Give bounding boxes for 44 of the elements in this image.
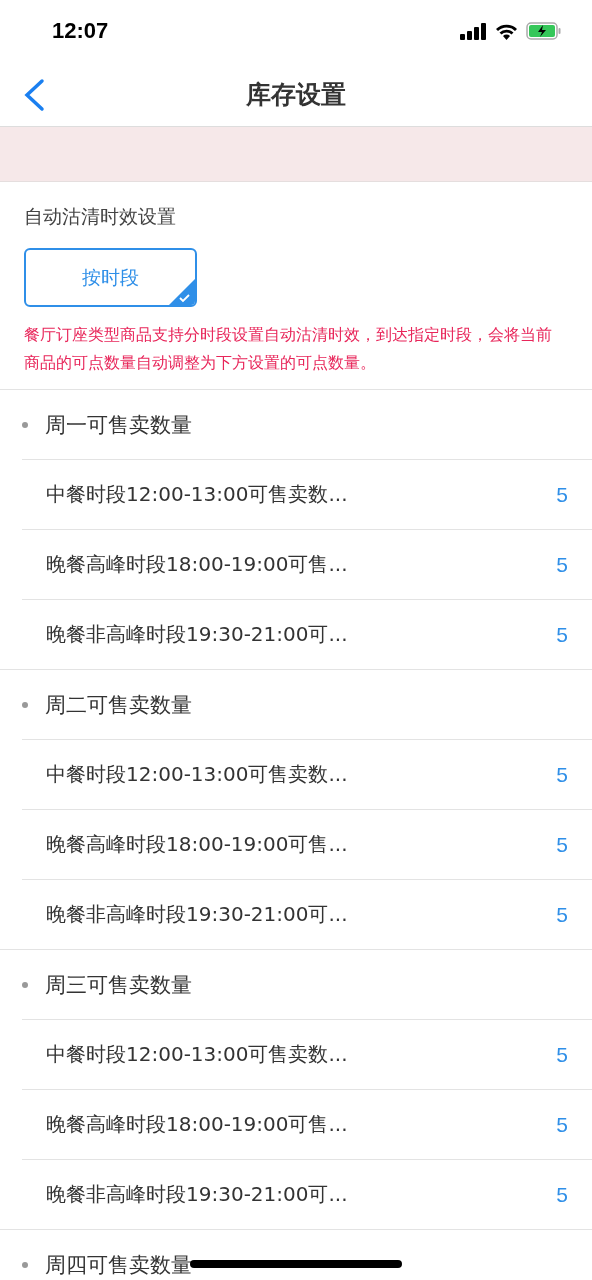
section-title: 自动沽清时效设置 bbox=[24, 204, 176, 229]
quantity-value: 5 bbox=[556, 832, 568, 857]
row-label: 中餐时段12:00-13:00可售卖数... bbox=[46, 1041, 349, 1068]
quantity-value: 5 bbox=[556, 1182, 568, 1207]
day-heading: 周一可售卖数量 bbox=[45, 411, 192, 439]
wifi-icon bbox=[495, 22, 518, 40]
bullet-icon bbox=[22, 981, 28, 988]
row-label: 晚餐非高峰时段19:30-21:00可... bbox=[46, 621, 349, 648]
quantity-value: 5 bbox=[556, 902, 568, 927]
quantity-value: 5 bbox=[556, 762, 568, 787]
check-corner-icon bbox=[169, 279, 195, 305]
page-title: 库存设置 bbox=[246, 78, 346, 111]
quantity-row[interactable]: 晚餐非高峰时段19:30-21:00可... 5 bbox=[22, 879, 592, 949]
quantity-value: 5 bbox=[556, 552, 568, 577]
bullet-icon bbox=[22, 701, 28, 708]
quantity-row[interactable]: 晚餐非高峰时段19:30-21:00可... 5 bbox=[22, 1159, 592, 1229]
quantity-value: 5 bbox=[556, 1112, 568, 1137]
quantity-row[interactable]: 晚餐高峰时段18:00-19:00可售... 5 bbox=[22, 529, 592, 599]
battery-charging-icon bbox=[526, 22, 562, 40]
back-icon[interactable] bbox=[22, 78, 46, 112]
quantity-row[interactable]: 中餐时段12:00-13:00可售卖数... 5 bbox=[22, 1019, 592, 1089]
row-label: 晚餐高峰时段18:00-19:00可售... bbox=[46, 1111, 349, 1138]
bullet-icon bbox=[22, 1261, 28, 1268]
note-text: 餐厅订座类型商品支持分时段设置自动沽清时效，到达指定时段，会将当前商品的可点数量自动调整为下方设置的可点数量。 bbox=[24, 324, 553, 374]
row-label: 晚餐高峰时段18:00-19:00可售... bbox=[46, 551, 349, 578]
row-label: 晚餐非高峰时段19:30-21:00可... bbox=[46, 901, 349, 928]
quantity-row[interactable]: 晚餐高峰时段18:00-19:00可售... 5 bbox=[22, 809, 592, 879]
quantity-row[interactable]: 晚餐非高峰时段19:30-21:00可... 5 bbox=[22, 599, 592, 669]
bullet-icon bbox=[22, 421, 28, 428]
row-label: 晚餐非高峰时段19:30-21:00可... bbox=[46, 1181, 349, 1208]
day-heading: 周四可售卖数量 bbox=[45, 1251, 192, 1279]
quantity-value: 5 bbox=[556, 482, 568, 507]
signal-icon bbox=[460, 22, 487, 40]
quantity-value: 5 bbox=[556, 1042, 568, 1067]
row-label: 晚餐高峰时段18:00-19:00可售... bbox=[46, 831, 349, 858]
day-heading: 周三可售卖数量 bbox=[45, 971, 192, 999]
quantity-row[interactable]: 中餐时段12:00-13:00可售卖数... 5 bbox=[22, 459, 592, 529]
status-time: 12:07 bbox=[52, 18, 109, 44]
quantity-row[interactable]: 中餐时段12:00-13:00可售卖数... 5 bbox=[22, 739, 592, 809]
quantity-value: 5 bbox=[556, 622, 568, 647]
day-heading: 周二可售卖数量 bbox=[45, 691, 192, 719]
row-label: 中餐时段12:00-13:00可售卖数... bbox=[46, 481, 349, 508]
quantity-row[interactable]: 晚餐高峰时段18:00-19:00可售... 5 bbox=[22, 1089, 592, 1159]
row-label: 中餐时段12:00-13:00可售卖数... bbox=[46, 761, 349, 788]
